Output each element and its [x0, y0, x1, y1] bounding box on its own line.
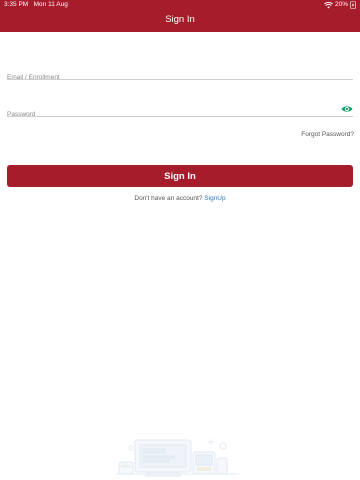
forgot-password-link[interactable]: Forgot Password?: [301, 131, 354, 138]
signup-prompt: Don't have an account?: [134, 195, 203, 202]
battery-percentage: 20%: [334, 1, 348, 8]
status-indicators: 20%: [324, 1, 356, 9]
eye-icon[interactable]: [341, 105, 353, 113]
password-field[interactable]: [7, 108, 353, 121]
status-time: 3:35 PM Mon 11 Aug: [4, 1, 68, 9]
status-date-value: Mon 11 Aug: [33, 1, 68, 8]
battery-charging-icon: [350, 1, 356, 9]
status-time-value: 3:35 PM: [4, 1, 29, 8]
app-header: 3:35 PM Mon 11 Aug 20% Sign In: [0, 0, 360, 32]
email-field[interactable]: [7, 71, 353, 84]
sign-in-button[interactable]: Sign In: [7, 165, 353, 187]
password-field-wrapper: [7, 103, 353, 121]
page-title: Sign In: [165, 14, 195, 25]
wifi-icon: [324, 1, 333, 8]
signup-link[interactable]: SignUp: [204, 195, 225, 202]
devices-illustration: [117, 439, 239, 477]
signup-row: Don't have an account? SignUp: [0, 195, 360, 202]
email-field-wrapper: [7, 66, 353, 84]
